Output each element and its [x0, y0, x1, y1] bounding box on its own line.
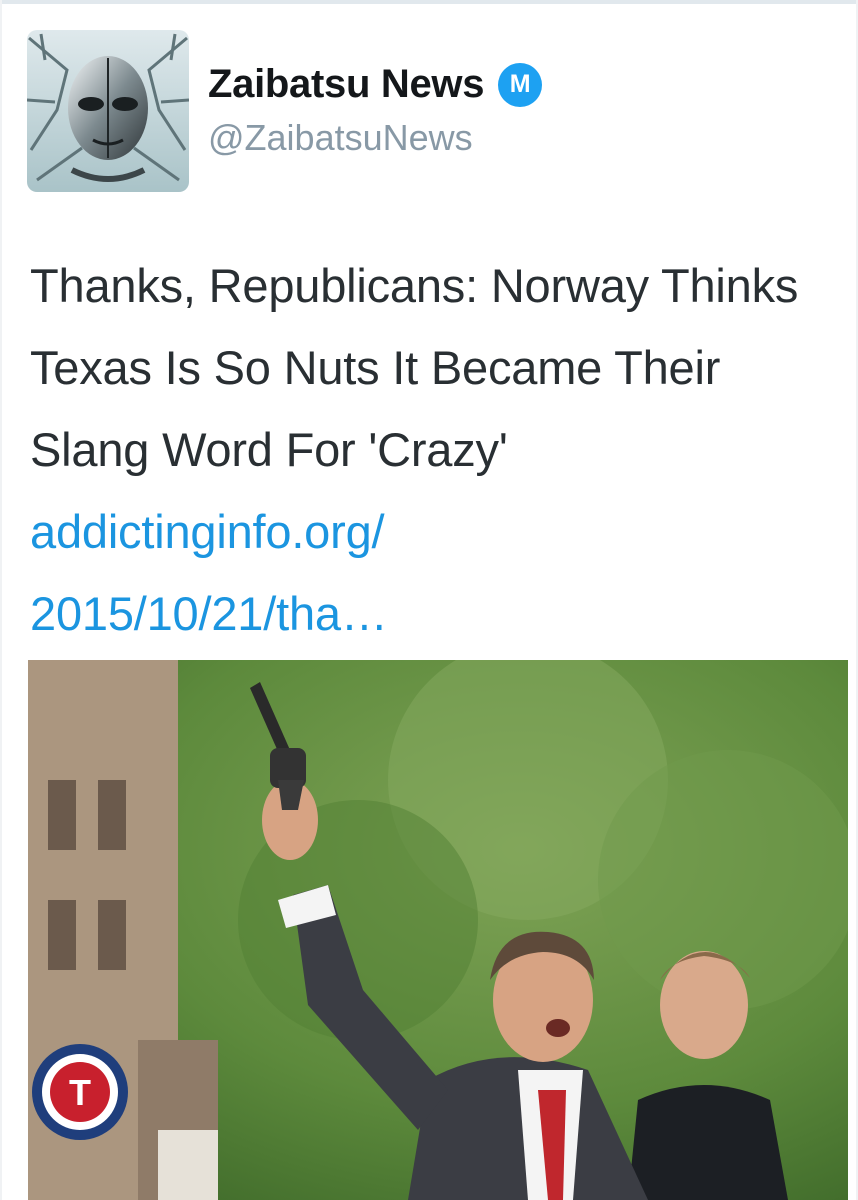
display-name[interactable]: Zaibatsu News	[208, 62, 484, 107]
link-part-2: 2015/10/21/tha…	[30, 587, 388, 640]
badge-letter: M	[509, 70, 531, 98]
top-divider	[0, 0, 858, 4]
m-badge-icon: M	[498, 62, 543, 107]
left-border	[0, 0, 2, 1200]
link-part-1: addictinginfo.org/	[30, 505, 385, 558]
account-name-row[interactable]: Zaibatsu News M	[208, 62, 543, 107]
tweet-body: Thanks, Republicans: Norway Thinks Texas…	[30, 259, 799, 476]
robot-face-icon	[27, 30, 189, 192]
tweet-text: Thanks, Republicans: Norway Thinks Texas…	[30, 245, 830, 655]
account-handle[interactable]: @ZaibatsuNews	[208, 117, 473, 159]
parade-photo-image: T	[28, 660, 848, 1200]
profile-avatar[interactable]	[27, 30, 189, 192]
tweet-photo[interactable]: T	[28, 660, 848, 1200]
tweet-link[interactable]: addictinginfo.org/2015/10/21/tha…	[30, 505, 388, 640]
sign-letter: T	[69, 1072, 91, 1113]
